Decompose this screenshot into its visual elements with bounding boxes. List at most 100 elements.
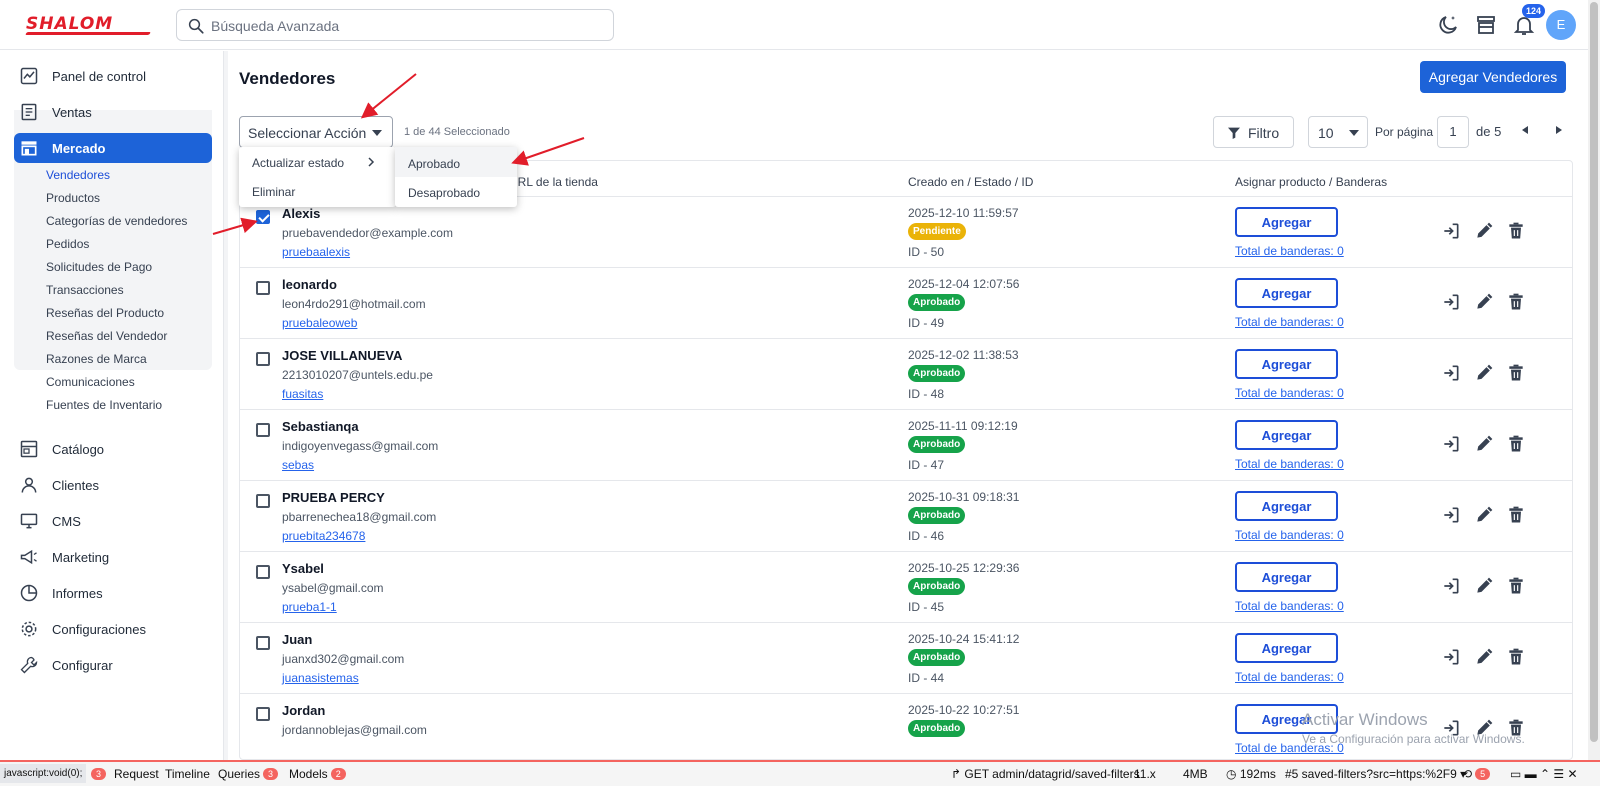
- edit-icon[interactable]: [1474, 505, 1494, 525]
- prev-page-icon[interactable]: [1522, 126, 1528, 134]
- avatar[interactable]: E: [1546, 10, 1576, 40]
- submenu-comunicaciones[interactable]: Comunicaciones: [46, 375, 135, 389]
- sidebar-item-configuraciones[interactable]: Configuraciones: [14, 614, 212, 644]
- vendor-store-link[interactable]: juanasistemas: [282, 671, 359, 685]
- row-checkbox[interactable]: [256, 352, 270, 366]
- vendor-store-link[interactable]: prueba1-1: [282, 600, 337, 614]
- assign-product-button[interactable]: Agregar: [1235, 491, 1338, 521]
- submenu-categorias[interactable]: Categorías de vendedores: [46, 214, 187, 228]
- sidebar-item-panel[interactable]: Panel de control: [14, 61, 212, 91]
- trash-icon[interactable]: [1506, 576, 1526, 596]
- vendor-store-link[interactable]: pruebaleoweb: [282, 316, 357, 330]
- edit-icon[interactable]: [1474, 221, 1494, 241]
- edit-icon[interactable]: [1474, 434, 1494, 454]
- assign-product-button[interactable]: Agregar: [1235, 633, 1338, 663]
- login-as-vendor-icon[interactable]: [1441, 647, 1461, 667]
- mass-action-select[interactable]: Seleccionar Acción: [239, 116, 393, 148]
- login-as-vendor-icon[interactable]: [1441, 221, 1461, 241]
- filter-button[interactable]: Filtro: [1213, 116, 1294, 148]
- sidebar-item-configurar[interactable]: Configurar: [14, 650, 212, 680]
- search-input[interactable]: Búsqueda Avanzada: [176, 9, 614, 41]
- row-checkbox[interactable]: [256, 210, 270, 224]
- row-checkbox[interactable]: [256, 565, 270, 579]
- assign-product-button[interactable]: Agregar: [1235, 207, 1338, 237]
- debug-toolbar-icons[interactable]: ▭ ▬ ⌃ ☰ ✕: [1510, 767, 1578, 781]
- sidebar-item-mercado[interactable]: Mercado: [14, 133, 212, 163]
- sidebar-item-catalogo[interactable]: Catálogo: [14, 434, 212, 464]
- trash-icon[interactable]: [1506, 505, 1526, 525]
- row-checkbox[interactable]: [256, 707, 270, 721]
- dashboard-icon: [20, 67, 38, 85]
- edit-icon[interactable]: [1474, 292, 1494, 312]
- js-errors-badge[interactable]: 3: [88, 767, 107, 781]
- submenu-transacciones[interactable]: Transacciones: [46, 283, 124, 297]
- submenu-approved[interactable]: Aprobado: [408, 157, 460, 171]
- submenu-razones-marca[interactable]: Razones de Marca: [46, 352, 147, 366]
- add-vendor-button[interactable]: Agregar Vendedores: [1420, 61, 1566, 93]
- submenu-disapproved[interactable]: Desaprobado: [408, 186, 480, 200]
- row-checkbox[interactable]: [256, 494, 270, 508]
- vendor-store-link[interactable]: sebas: [282, 458, 314, 472]
- login-as-vendor-icon[interactable]: [1441, 576, 1461, 596]
- submenu-fuentes-inventario[interactable]: Fuentes de Inventario: [46, 398, 162, 412]
- flags-link[interactable]: Total de banderas: 0: [1235, 315, 1344, 329]
- assign-product-button[interactable]: Agregar: [1235, 278, 1338, 308]
- next-page-icon[interactable]: [1556, 126, 1562, 134]
- debug-history-badge[interactable]: ⟲ 5: [1462, 767, 1491, 781]
- storefront-icon[interactable]: [1474, 13, 1498, 37]
- debug-tab-request[interactable]: Request: [114, 767, 159, 781]
- sidebar-item-cms[interactable]: CMS: [14, 506, 212, 536]
- submenu-pedidos[interactable]: Pedidos: [46, 237, 89, 251]
- edit-icon[interactable]: [1474, 647, 1494, 667]
- vendor-store-link[interactable]: pruebaalexis: [282, 245, 350, 259]
- trash-icon[interactable]: [1506, 221, 1526, 241]
- assign-product-button[interactable]: Agregar: [1235, 420, 1338, 450]
- sidebar-item-clientes[interactable]: Clientes: [14, 470, 212, 500]
- edit-icon[interactable]: [1474, 576, 1494, 596]
- login-as-vendor-icon[interactable]: [1441, 363, 1461, 383]
- menu-delete[interactable]: Eliminar: [252, 185, 295, 199]
- vendor-name: Jordan: [282, 703, 326, 718]
- vendor-store-link[interactable]: pruebita234678: [282, 529, 365, 543]
- page-scrollbar[interactable]: [1588, 0, 1600, 760]
- sidebar-item-marketing[interactable]: Marketing: [14, 542, 212, 572]
- debug-request-select[interactable]: #5 saved-filters?src=https:%2F9 ▾: [1285, 767, 1466, 781]
- vendor-store-link[interactable]: fuasitas: [282, 387, 323, 401]
- trash-icon[interactable]: [1506, 363, 1526, 383]
- flags-link[interactable]: Total de banderas: 0: [1235, 599, 1344, 613]
- debug-tab-models[interactable]: Models 2: [289, 767, 346, 781]
- dark-mode-icon[interactable]: [1436, 13, 1460, 37]
- flags-link[interactable]: Total de banderas: 0: [1235, 244, 1344, 258]
- logo[interactable]: SHALOM: [26, 14, 113, 34]
- login-as-vendor-icon[interactable]: [1441, 434, 1461, 454]
- page-number-input[interactable]: 1: [1437, 116, 1469, 148]
- sidebar-item-ventas[interactable]: Ventas: [14, 97, 212, 127]
- menu-update-status[interactable]: Actualizar estado: [252, 156, 344, 170]
- assign-product-button[interactable]: Agregar: [1235, 562, 1338, 592]
- submenu-solicitudes[interactable]: Solicitudes de Pago: [46, 260, 152, 274]
- trash-icon[interactable]: [1506, 434, 1526, 454]
- flags-link[interactable]: Total de banderas: 0: [1235, 670, 1344, 684]
- flags-link[interactable]: Total de banderas: 0: [1235, 386, 1344, 400]
- submenu-resenas-vendedor[interactable]: Reseñas del Vendedor: [46, 329, 167, 343]
- trash-icon[interactable]: [1506, 647, 1526, 667]
- submenu-productos[interactable]: Productos: [46, 191, 100, 205]
- edit-icon[interactable]: [1474, 363, 1494, 383]
- scrollbar-thumb[interactable]: [1590, 2, 1598, 742]
- submenu-vendedores[interactable]: Vendedores: [46, 168, 110, 182]
- login-as-vendor-icon[interactable]: [1441, 292, 1461, 312]
- assign-product-button[interactable]: Agregar: [1235, 349, 1338, 379]
- row-checkbox[interactable]: [256, 281, 270, 295]
- debug-tab-timeline[interactable]: Timeline: [165, 767, 210, 781]
- flags-link[interactable]: Total de banderas: 0: [1235, 528, 1344, 542]
- trash-icon[interactable]: [1506, 292, 1526, 312]
- sidebar-item-informes[interactable]: Informes: [14, 578, 212, 608]
- row-checkbox[interactable]: [256, 636, 270, 650]
- flags-link[interactable]: Total de banderas: 0: [1235, 457, 1344, 471]
- login-as-vendor-icon[interactable]: [1441, 505, 1461, 525]
- submenu-resenas-producto[interactable]: Reseñas del Producto: [46, 306, 164, 320]
- debug-tab-queries[interactable]: Queries 3: [218, 767, 279, 781]
- status-badge: Aprobado: [908, 365, 966, 382]
- per-page-select[interactable]: 10: [1308, 116, 1368, 148]
- row-checkbox[interactable]: [256, 423, 270, 437]
